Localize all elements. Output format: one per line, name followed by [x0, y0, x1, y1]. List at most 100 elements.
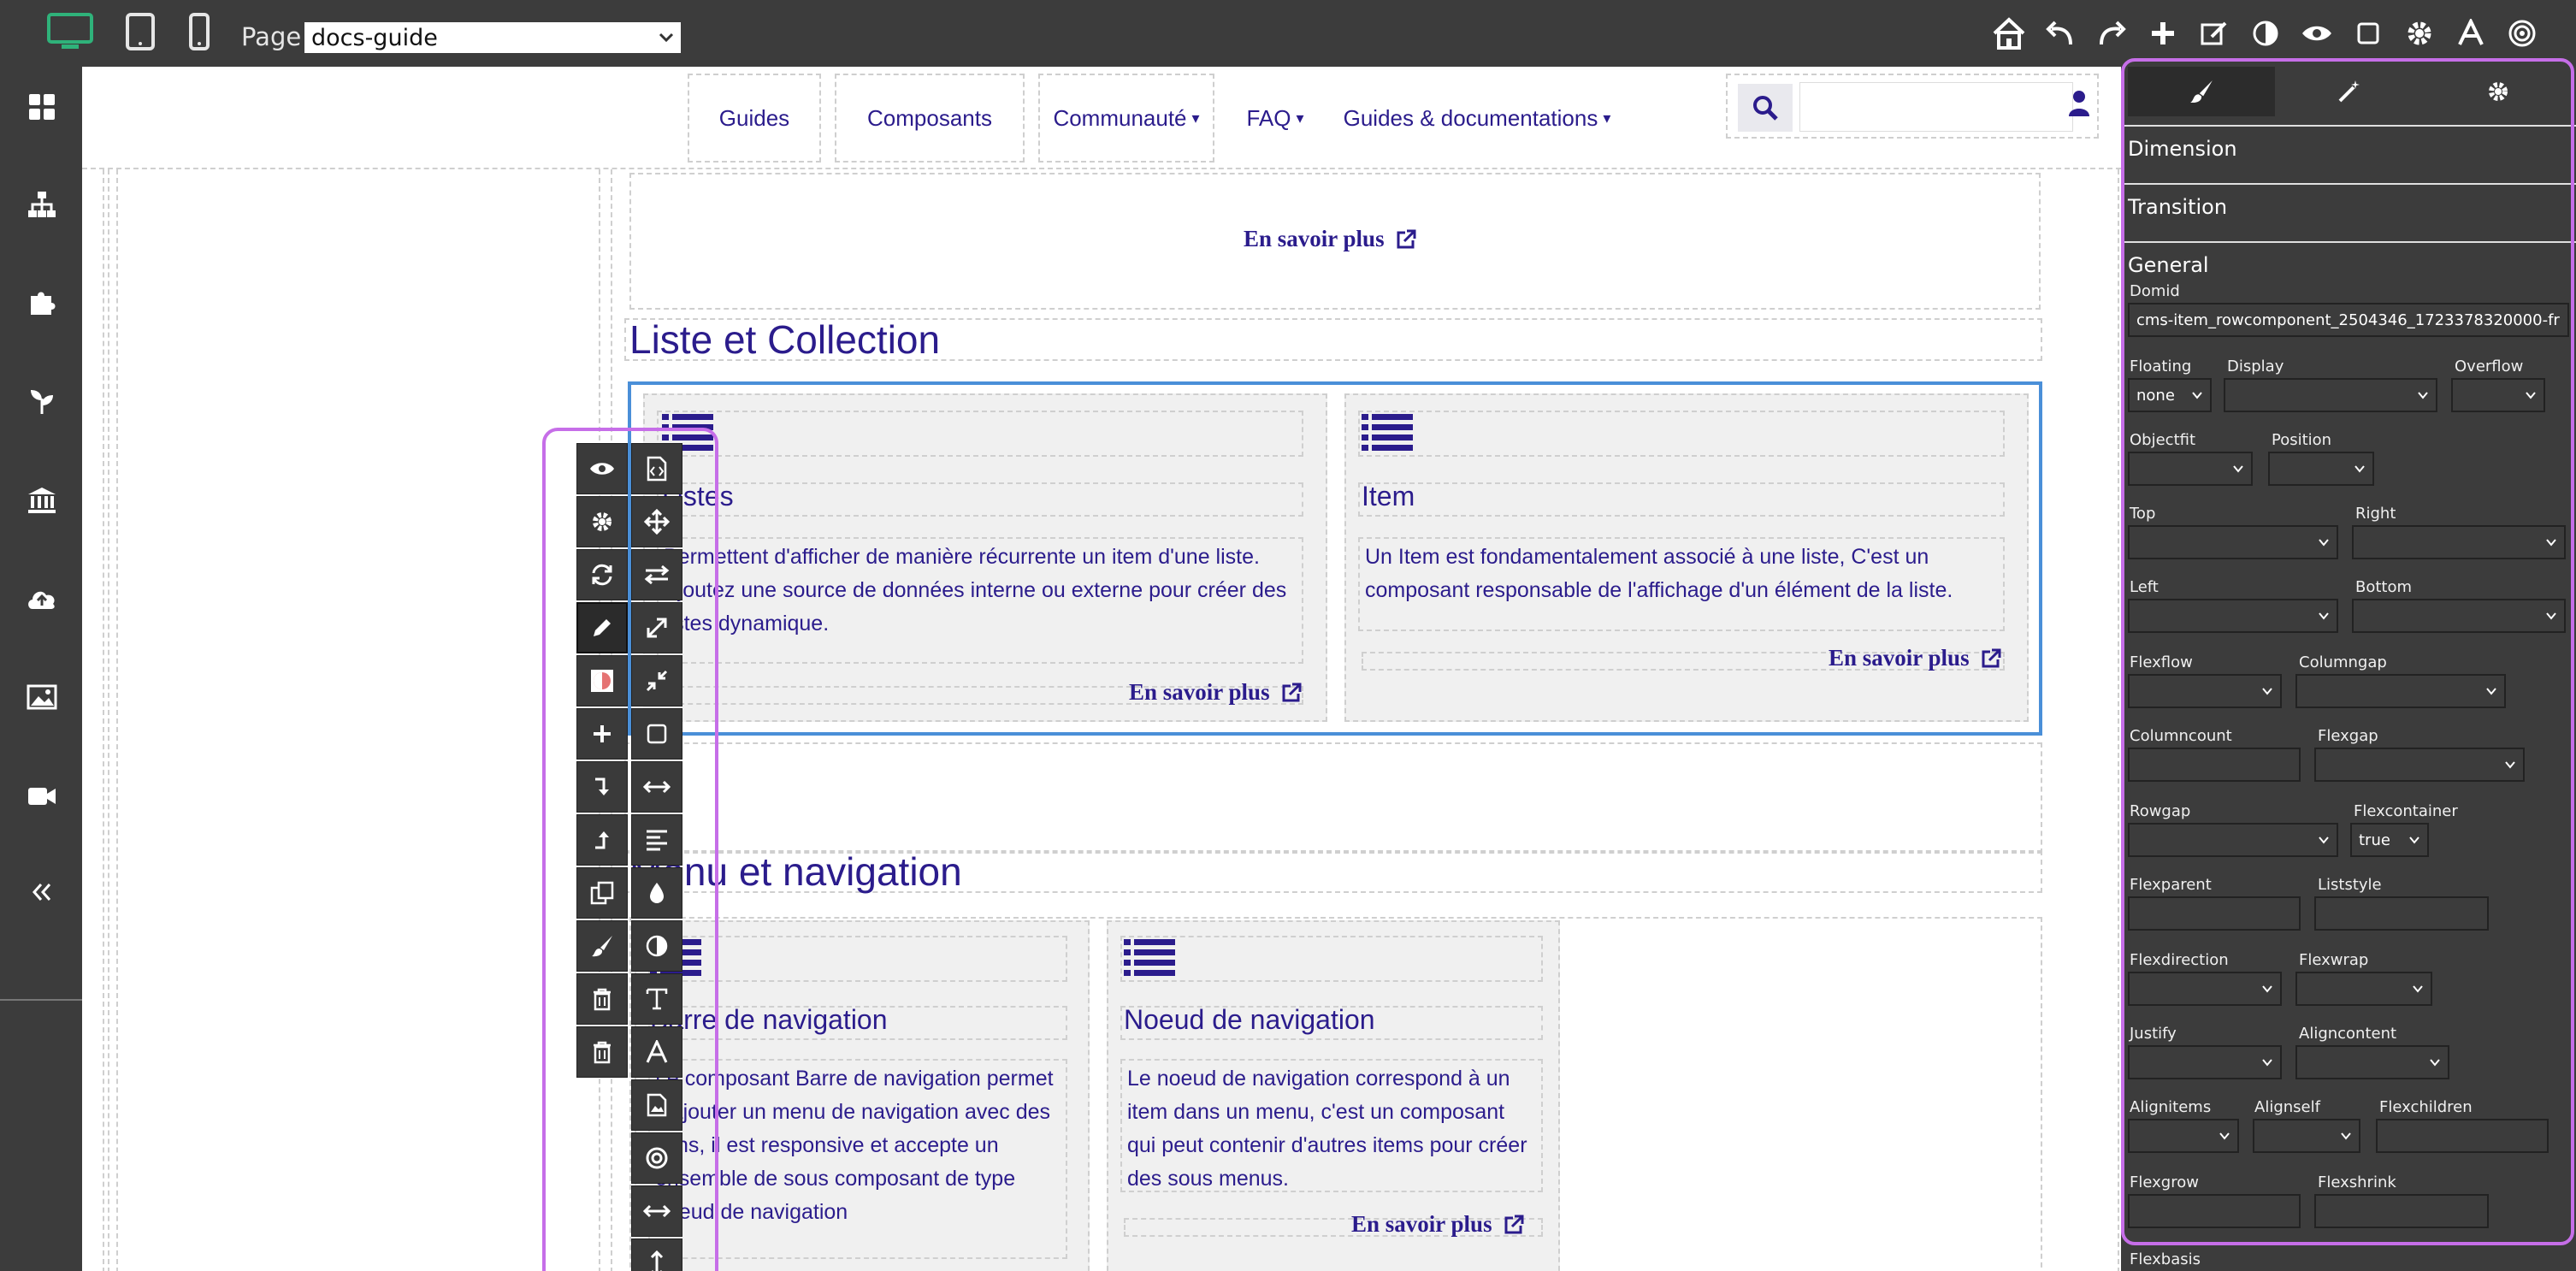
position-select[interactable] — [2268, 452, 2374, 486]
dashboard-icon[interactable] — [22, 87, 62, 127]
overflow-select[interactable] — [2451, 378, 2545, 412]
tab-style[interactable] — [2128, 67, 2275, 116]
card-more-link[interactable]: En savoir plus — [1829, 645, 2002, 671]
collapse-sidebar-icon[interactable] — [22, 872, 62, 912]
flexflow-select[interactable] — [2128, 674, 2282, 708]
swap-button[interactable] — [631, 549, 682, 600]
aligncontent-select[interactable] — [2295, 1045, 2449, 1079]
redo-icon[interactable] — [2092, 14, 2131, 53]
color-button[interactable] — [631, 867, 682, 919]
width-button[interactable] — [631, 761, 682, 813]
box-button[interactable] — [631, 708, 682, 760]
justify-select[interactable] — [2128, 1045, 2282, 1079]
flexdirection-select[interactable] — [2128, 972, 2282, 1006]
compass-button[interactable] — [631, 1132, 682, 1184]
target-icon[interactable] — [2502, 14, 2542, 53]
bank-icon[interactable] — [22, 481, 62, 520]
toggle-visibility-button[interactable] — [576, 443, 628, 494]
contrast-icon[interactable] — [2246, 14, 2285, 53]
domid-input[interactable]: cms-item_rowcomponent_2504346_1723378320… — [2128, 303, 2569, 337]
alignself-select[interactable] — [2253, 1119, 2360, 1153]
objectfit-select[interactable] — [2128, 452, 2253, 486]
rowgap-select[interactable] — [2128, 823, 2338, 857]
font-icon[interactable] — [2451, 14, 2490, 53]
search-button[interactable] — [1738, 84, 1793, 132]
card-item[interactable]: Item Un Item est fondamentalement associ… — [1344, 393, 2029, 722]
flexgap-select[interactable] — [2314, 748, 2525, 782]
section-general[interactable]: General — [2121, 241, 2576, 293]
nav-item-guides-documentations[interactable]: Guides & documentations ▾ — [1336, 74, 1618, 163]
delete-all-button[interactable] — [576, 1026, 628, 1078]
edit-button[interactable] — [576, 602, 628, 653]
left-select[interactable] — [2128, 599, 2338, 633]
square-icon[interactable] — [2349, 14, 2388, 53]
contrast-button[interactable] — [631, 920, 682, 972]
columncount-input[interactable] — [2128, 748, 2301, 782]
flexshrink-input[interactable] — [2314, 1194, 2489, 1228]
desktop-device-icon[interactable] — [46, 12, 94, 55]
nav-item-composants[interactable]: Composants — [835, 74, 1025, 163]
columngap-select[interactable] — [2295, 674, 2506, 708]
card-listes[interactable]: Listes Permettent d'afficher de manière … — [643, 393, 1327, 722]
cloud-upload-icon[interactable] — [22, 578, 62, 618]
sitemap-icon[interactable] — [22, 185, 62, 224]
style-toggle-button[interactable] — [576, 655, 628, 706]
card-noeud-navigation[interactable]: Noeud de navigation Le noeud de navigati… — [1107, 920, 1560, 1271]
image-icon[interactable] — [22, 677, 62, 717]
brush-button[interactable] — [576, 920, 628, 972]
plus-icon[interactable] — [2143, 14, 2183, 53]
edit-icon[interactable] — [2195, 14, 2234, 53]
nav-item-faq[interactable]: FAQ ▾ — [1228, 74, 1322, 163]
gear-icon[interactable] — [2400, 14, 2439, 53]
flexparent-input[interactable] — [2128, 896, 2301, 931]
mobile-device-icon[interactable] — [188, 12, 210, 55]
plant-icon[interactable] — [22, 381, 62, 421]
refresh-button[interactable] — [576, 549, 628, 600]
settings-button[interactable] — [576, 496, 628, 547]
compress-button[interactable] — [631, 655, 682, 706]
video-camera-icon[interactable] — [22, 777, 62, 816]
liststyle-input[interactable] — [2314, 896, 2489, 931]
home-icon[interactable] — [1989, 14, 2029, 53]
move-down-button[interactable] — [576, 761, 628, 813]
section-transition[interactable]: Transition — [2121, 183, 2576, 239]
tab-effects[interactable] — [2275, 67, 2424, 116]
font-button[interactable] — [631, 1026, 682, 1078]
duplicate-button[interactable] — [576, 867, 628, 919]
undo-icon[interactable] — [2041, 14, 2080, 53]
code-button[interactable] — [631, 443, 682, 494]
flexchildren-input[interactable] — [2376, 1119, 2549, 1153]
page-select[interactable]: docs-guide — [304, 22, 681, 53]
image-button[interactable] — [631, 1079, 682, 1131]
user-icon[interactable] — [2068, 89, 2094, 123]
top-more-link[interactable]: En savoir plus — [1244, 226, 1417, 252]
move-up-button[interactable] — [576, 814, 628, 866]
floating-select[interactable]: none — [2128, 378, 2212, 412]
add-button[interactable] — [576, 708, 628, 760]
vertical-resize-button[interactable] — [631, 1238, 682, 1271]
tablet-device-icon[interactable] — [125, 12, 156, 55]
bottom-select[interactable] — [2352, 599, 2566, 633]
puzzle-icon[interactable] — [22, 282, 62, 322]
section-dimension[interactable]: Dimension — [2121, 125, 2576, 181]
display-select[interactable] — [2224, 378, 2437, 412]
text-button[interactable] — [631, 973, 682, 1025]
flexcontainer-select[interactable]: true — [2350, 823, 2429, 857]
search-input[interactable] — [1799, 82, 2073, 132]
align-button[interactable] — [631, 814, 682, 866]
nav-item-guides[interactable]: Guides — [688, 74, 821, 163]
eye-icon[interactable] — [2297, 14, 2337, 53]
alignitems-select[interactable] — [2128, 1119, 2239, 1153]
horizontal-resize-button[interactable] — [631, 1185, 682, 1237]
tab-settings[interactable] — [2424, 67, 2573, 116]
nav-item-communaute[interactable]: Communauté ▾ — [1038, 74, 1214, 163]
flexgrow-input[interactable] — [2128, 1194, 2301, 1228]
right-select[interactable] — [2352, 525, 2566, 559]
flexwrap-select[interactable] — [2295, 972, 2432, 1006]
card-more-link[interactable]: En savoir plus — [1129, 679, 1303, 706]
expand-button[interactable] — [631, 602, 682, 653]
top-select[interactable] — [2128, 525, 2338, 559]
delete-button[interactable] — [576, 973, 628, 1025]
card-more-link[interactable]: En savoir plus — [1351, 1211, 1525, 1238]
move-button[interactable] — [631, 496, 682, 547]
